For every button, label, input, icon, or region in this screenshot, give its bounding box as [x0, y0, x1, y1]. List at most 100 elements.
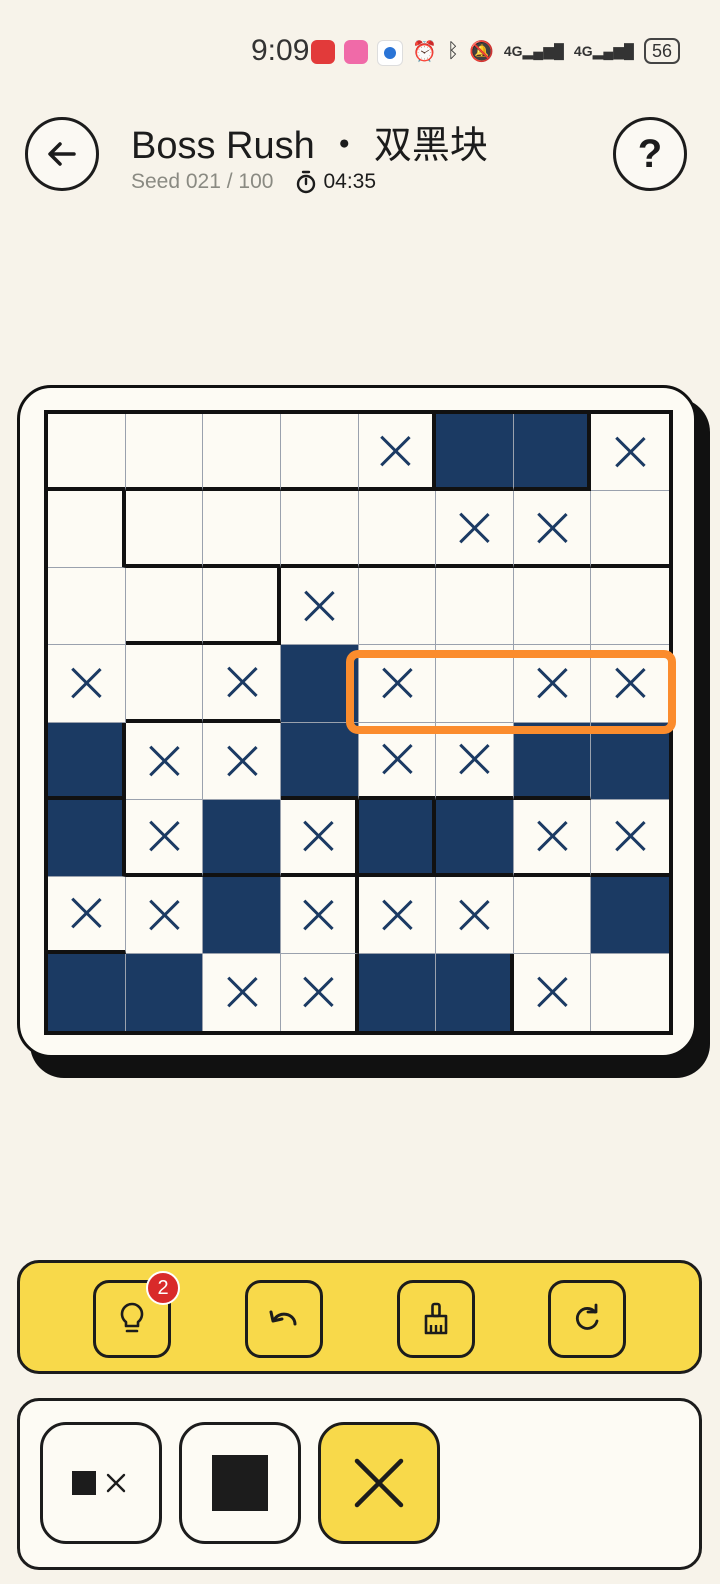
grid-cell[interactable]	[280, 645, 359, 723]
grid-cell[interactable]	[48, 414, 126, 492]
refresh-icon	[575, 1303, 599, 1330]
cross-mark-icon	[147, 898, 181, 932]
cross-mark-icon	[147, 744, 181, 778]
grid-cell[interactable]	[436, 953, 514, 1031]
cross-icon	[354, 1458, 404, 1508]
undo-icon	[269, 1310, 297, 1326]
grid-cell[interactable]	[280, 799, 359, 877]
grid-cell[interactable]	[203, 568, 281, 646]
grid-cell[interactable]	[203, 414, 281, 492]
grid-cell[interactable]	[125, 491, 204, 569]
notification-app-icon	[311, 40, 335, 64]
grid-cell[interactable]	[358, 876, 437, 954]
grid-cell[interactable]	[591, 876, 669, 954]
cross-mark-icon	[535, 511, 569, 545]
grid-cell[interactable]	[280, 722, 359, 800]
undo-button[interactable]	[245, 1280, 323, 1358]
grid-cell[interactable]	[358, 568, 437, 646]
grid-cell[interactable]	[358, 953, 437, 1031]
mode-auto-button[interactable]	[40, 1422, 162, 1544]
status-time: 9:09	[251, 34, 310, 67]
grid-cell[interactable]	[125, 414, 204, 492]
grid-cell[interactable]	[436, 414, 514, 492]
grid-cell[interactable]	[125, 876, 204, 954]
cross-mark-icon	[147, 819, 181, 853]
grid-cell[interactable]	[513, 491, 592, 569]
system-icons: ⏰ ᛒ 🔕 4G▂▄▆█ 4G▂▄▆█ 56	[412, 38, 680, 64]
cross-mark-icon	[378, 434, 412, 468]
grid-cell[interactable]	[280, 953, 359, 1031]
grid-cell[interactable]	[125, 568, 204, 646]
grid-cell[interactable]	[436, 876, 514, 954]
notification-app-icon	[377, 40, 403, 66]
grid-cell[interactable]	[48, 953, 126, 1031]
grid-cell[interactable]	[436, 722, 514, 800]
grid-cell[interactable]	[591, 645, 669, 723]
page-subtitle: Seed 021 / 100 04:35	[131, 170, 376, 194]
grid-cell[interactable]	[358, 799, 437, 877]
page-title: Boss Rush ・ 双黑块	[131, 125, 488, 167]
grid-cell[interactable]	[513, 799, 592, 877]
grid-cell[interactable]	[280, 876, 359, 954]
grid-cell[interactable]	[203, 953, 281, 1031]
cross-mark-icon	[457, 742, 491, 776]
grid-cell[interactable]	[203, 876, 281, 954]
restart-button[interactable]	[548, 1280, 626, 1358]
grid-cell[interactable]	[203, 722, 281, 800]
grid-cell[interactable]	[48, 722, 126, 800]
grid-cell[interactable]	[436, 491, 514, 569]
grid-cell[interactable]	[513, 414, 592, 492]
status-bar: 9:09 ⏰ ᛒ 🔕 4G▂▄▆█ 4G▂▄▆█ 56	[0, 0, 720, 104]
grid-cell[interactable]	[358, 491, 437, 569]
clear-button[interactable]	[397, 1280, 475, 1358]
grid-cell[interactable]	[125, 799, 204, 877]
grid-cell[interactable]	[358, 645, 437, 723]
grid-cell[interactable]	[280, 491, 359, 569]
grid-cell[interactable]	[513, 645, 592, 723]
cross-mark-icon	[535, 975, 569, 1009]
help-button[interactable]: ?	[613, 117, 687, 191]
grid-cell[interactable]	[436, 799, 514, 877]
grid-cell[interactable]	[125, 722, 204, 800]
grid-cell[interactable]	[203, 799, 281, 877]
grid-cell[interactable]	[358, 722, 437, 800]
cross-mark-icon	[380, 742, 414, 776]
grid-cell[interactable]	[591, 722, 669, 800]
grid-cell[interactable]	[48, 645, 126, 723]
cross-mark-icon	[301, 975, 335, 1009]
grid-cell[interactable]	[203, 491, 281, 569]
grid-cell[interactable]	[125, 953, 204, 1031]
grid-cell[interactable]	[48, 876, 126, 954]
battery-icon: 56	[643, 38, 680, 64]
cross-mark-icon	[301, 819, 335, 853]
grid-cell[interactable]	[48, 568, 126, 646]
puzzle-grid	[44, 410, 673, 1035]
grid-cell[interactable]	[591, 568, 669, 646]
grid-cell[interactable]	[591, 491, 669, 569]
cross-mark-icon	[613, 666, 647, 700]
grid-cell[interactable]	[48, 491, 126, 569]
grid-cell[interactable]	[513, 568, 592, 646]
grid-cell[interactable]	[591, 414, 669, 492]
grid-cell[interactable]	[48, 799, 126, 877]
mode-cross-button[interactable]	[318, 1422, 440, 1544]
notification-app-icon	[344, 40, 368, 64]
back-button[interactable]	[25, 117, 99, 191]
grid-cell[interactable]	[280, 414, 359, 492]
cross-mark-icon	[457, 511, 491, 545]
grid-cell[interactable]	[591, 953, 669, 1031]
grid-cell[interactable]	[513, 876, 592, 954]
grid-cell[interactable]	[203, 645, 281, 723]
grid-cell[interactable]	[513, 722, 592, 800]
grid-cell[interactable]	[513, 953, 592, 1031]
mode-fill-button[interactable]	[179, 1422, 301, 1544]
grid-cell[interactable]	[436, 568, 514, 646]
grid-cell[interactable]	[591, 799, 669, 877]
cross-mark-icon	[457, 898, 491, 932]
grid-cell[interactable]	[358, 414, 437, 492]
grid-cell[interactable]	[436, 645, 514, 723]
grid-cell[interactable]	[280, 568, 359, 646]
fill-or-cross-icon	[72, 1471, 126, 1495]
grid-cell[interactable]	[125, 645, 204, 723]
cross-mark-icon	[225, 665, 259, 699]
